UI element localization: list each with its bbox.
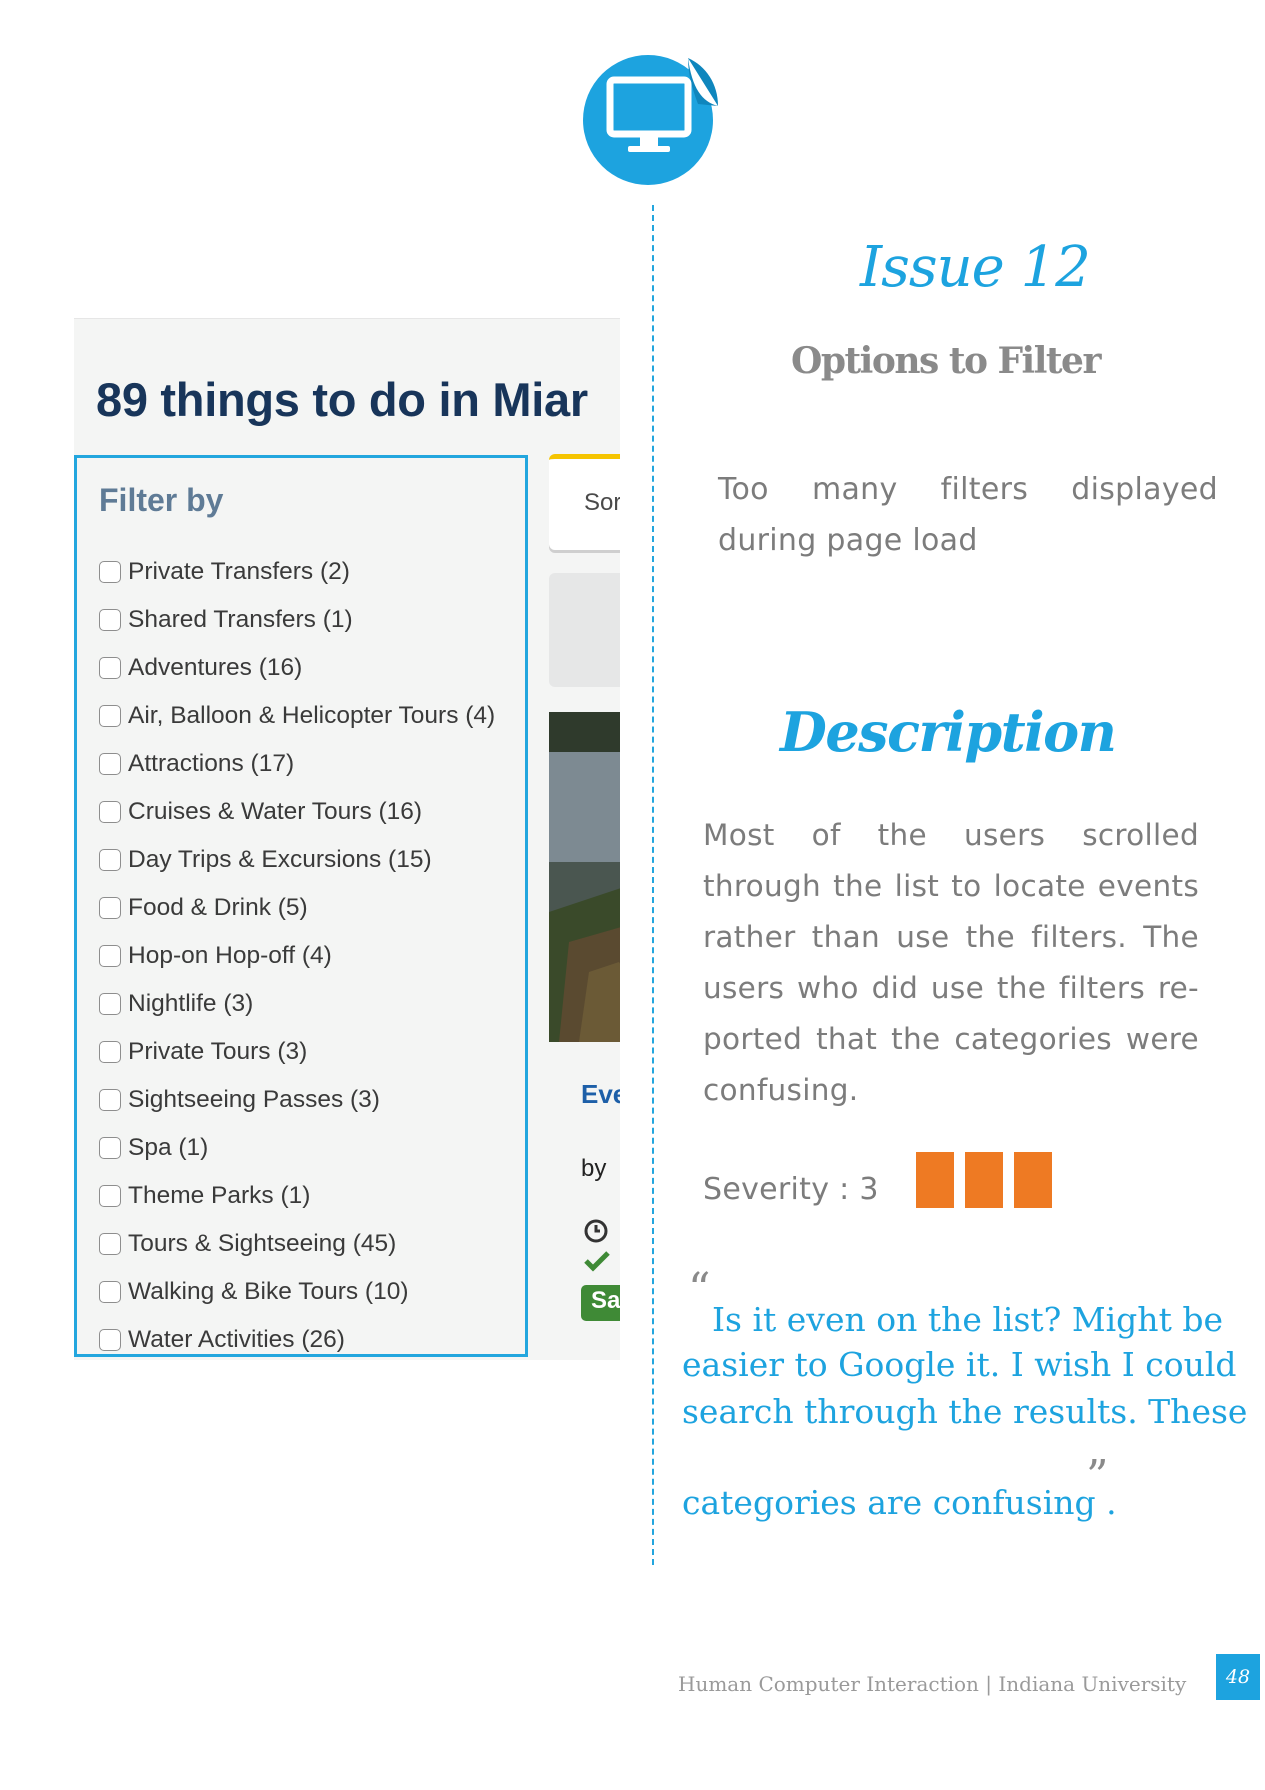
quote-line: easier to Google it. I wish I could	[682, 1345, 1237, 1384]
filter-checkbox[interactable]	[99, 1329, 121, 1351]
quote-line: search through the results. These	[682, 1392, 1248, 1431]
filter-option[interactable]: Hop-on Hop-off (4)	[99, 932, 495, 980]
filter-option[interactable]: Tours & Sightseeing (45)	[99, 1220, 495, 1268]
filter-checkbox[interactable]	[99, 1281, 121, 1303]
filter-checkbox[interactable]	[99, 1137, 121, 1159]
description-title: Description	[780, 700, 1117, 764]
description-text: Most of the users scrolled through the l…	[703, 818, 1199, 1107]
severity-meter	[916, 1152, 1052, 1208]
filter-option[interactable]: Walking & Bike Tours (10)	[99, 1268, 495, 1316]
filter-label: Cruises & Water Tours (16)	[128, 798, 423, 825]
filter-checkbox[interactable]	[99, 849, 121, 871]
filter-option[interactable]: Food & Drink (5)	[99, 884, 495, 932]
filter-label: Spa (1)	[128, 1134, 209, 1161]
dashed-divider	[652, 205, 654, 1565]
sale-badge: Sa	[581, 1285, 620, 1321]
filter-panel: Filter by Private Transfers (2) Shared T…	[74, 455, 528, 1357]
filter-checkbox[interactable]	[99, 609, 121, 631]
issue-text: Too many filters displayed during page l…	[718, 472, 1218, 558]
quote-line: categories are confusing .	[682, 1483, 1117, 1522]
filter-checkbox[interactable]	[99, 753, 121, 775]
filter-label: Attractions (17)	[128, 750, 295, 777]
filter-label: Nightlife (3)	[128, 990, 254, 1017]
quote-close-mark: ”	[1086, 1451, 1109, 1502]
filter-checkbox[interactable]	[99, 993, 121, 1015]
filter-checkbox[interactable]	[99, 1233, 121, 1255]
filter-heading: Filter by	[99, 482, 224, 518]
info-box	[549, 573, 620, 687]
filter-checkbox[interactable]	[99, 1041, 121, 1063]
website-screenshot: 89 things to do in Miar Filter by Privat…	[74, 318, 620, 1360]
filter-label: Walking & Bike Tours (10)	[128, 1278, 409, 1305]
filter-label: Day Trips & Excursions (15)	[128, 846, 432, 873]
activity-photo[interactable]	[549, 712, 620, 1042]
filter-checkbox[interactable]	[99, 1089, 121, 1111]
filter-checkbox[interactable]	[99, 945, 121, 967]
filter-label: Private Tours (3)	[128, 1038, 308, 1065]
severity-bar	[965, 1152, 1003, 1208]
sort-dropdown[interactable]: Sor	[549, 454, 620, 550]
severity-bar	[916, 1152, 954, 1208]
quote-line: Is it even on the list? Might be	[712, 1300, 1223, 1339]
activity-provider: by	[581, 1155, 607, 1182]
filter-label: Adventures (16)	[128, 654, 303, 681]
filter-label: Hop-on Hop-off (4)	[128, 942, 332, 969]
filter-checkbox[interactable]	[99, 897, 121, 919]
issue-title: Issue 12	[860, 235, 1091, 300]
filter-option[interactable]: Water Activities (26)	[99, 1316, 495, 1360]
filter-label: Sightseeing Passes (3)	[128, 1086, 380, 1113]
filter-option[interactable]: Theme Parks (1)	[99, 1172, 495, 1220]
filter-option[interactable]: Adventures (16)	[99, 644, 495, 692]
filter-label: Theme Parks (1)	[128, 1182, 311, 1209]
monitor-badge-icon	[583, 55, 718, 185]
sort-label: Sor	[584, 489, 620, 516]
filter-label: Tours & Sightseeing (45)	[128, 1230, 397, 1257]
filter-option[interactable]: Private Tours (3)	[99, 1028, 495, 1076]
page-number: 48	[1216, 1654, 1260, 1700]
filter-option[interactable]: Air, Balloon & Helicopter Tours (4)	[99, 692, 495, 740]
filter-option[interactable]: Cruises & Water Tours (16)	[99, 788, 495, 836]
quote-open-mark: “	[688, 1264, 711, 1315]
filter-option[interactable]: Day Trips & Excursions (15)	[99, 836, 495, 884]
filter-checkbox[interactable]	[99, 657, 121, 679]
severity-label: Severity : 3	[703, 1172, 879, 1207]
filter-option[interactable]: Attractions (17)	[99, 740, 495, 788]
filter-checkbox[interactable]	[99, 801, 121, 823]
issue-subtitle: Options to Filter	[791, 340, 1101, 382]
checkmark-icon	[584, 1251, 610, 1272]
filter-list: Private Transfers (2) Shared Transfers (…	[99, 548, 495, 1360]
results-title: 89 things to do in Miar	[96, 373, 588, 426]
filter-label: Private Transfers (2)	[128, 558, 350, 585]
severity-bar	[1014, 1152, 1052, 1208]
filter-label: Air, Balloon & Helicopter Tours (4)	[128, 702, 496, 729]
clock-icon	[584, 1219, 608, 1243]
filter-label: Shared Transfers (1)	[128, 606, 353, 633]
activity-title-link[interactable]: Eve	[581, 1079, 620, 1110]
filter-option[interactable]: Private Transfers (2)	[99, 548, 495, 596]
filter-label: Water Activities (26)	[128, 1326, 345, 1353]
footer-text: Human Computer Interaction | Indiana Uni…	[678, 1672, 1187, 1696]
filter-option[interactable]: Sightseeing Passes (3)	[99, 1076, 495, 1124]
filter-label: Food & Drink (5)	[128, 894, 308, 921]
filter-checkbox[interactable]	[99, 705, 121, 727]
filter-checkbox[interactable]	[99, 1185, 121, 1207]
filter-option[interactable]: Spa (1)	[99, 1124, 495, 1172]
filter-checkbox[interactable]	[99, 561, 121, 583]
filter-option[interactable]: Shared Transfers (1)	[99, 596, 495, 644]
filter-option[interactable]: Nightlife (3)	[99, 980, 495, 1028]
